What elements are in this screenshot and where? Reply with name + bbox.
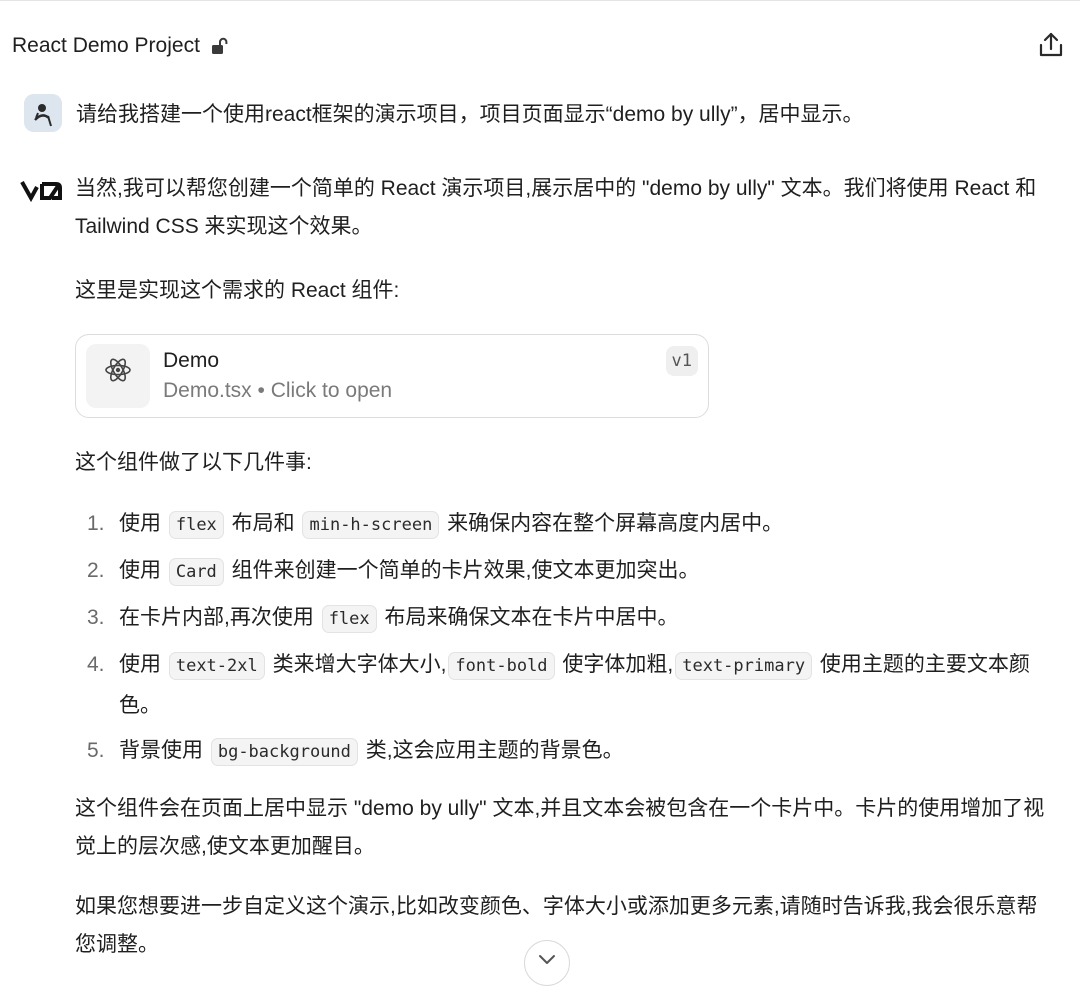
inline-code: flex — [168, 511, 224, 539]
artifact-card[interactable]: Demo Demo.tsx • Click to open v1 — [75, 334, 709, 418]
step-text: 类,这会应用主题的背景色。 — [365, 739, 624, 762]
assistant-here-is: 这里是实现这个需求的 React 组件: — [75, 279, 400, 302]
assistant-logo-icon — [20, 176, 64, 204]
step-text: 类来增大字体大小, — [272, 653, 447, 676]
react-atom-icon — [103, 355, 133, 398]
user-message-text: 请给我搭建一个使用react框架的演示项目，项目页面显示“demo by ull… — [76, 103, 864, 126]
step-text: 使用 — [119, 512, 161, 535]
chevron-down-icon — [537, 953, 557, 971]
inline-code: min-h-screen — [302, 511, 440, 539]
artifact-icon-box — [86, 344, 150, 408]
share-icon — [1038, 31, 1064, 64]
list-item: 4. 使用 text-2xl 类来增大字体大小, font-bold 使字体加粗,… — [75, 645, 1055, 725]
list-number: 2. — [87, 559, 105, 582]
inline-code: bg-background — [210, 738, 358, 766]
list-number: 1. — [87, 512, 105, 535]
inline-code: text-primary — [675, 652, 813, 680]
step-text: 组件来创建一个简单的卡片效果,使文本更加突出。 — [231, 559, 700, 582]
artifact-subtitle: Demo.tsx • Click to open — [163, 379, 393, 402]
list-item: 2. 使用 Card 组件来创建一个简单的卡片效果,使文本更加突出。 — [75, 551, 1055, 592]
assistant-message: 当然,我可以帮您创建一个简单的 React 演示项目,展示居中的 "demo b… — [75, 170, 1055, 964]
assistant-does-intro: 这个组件做了以下几件事: — [75, 451, 312, 474]
step-text: 背景使用 — [119, 739, 203, 762]
assistant-intro: 当然,我可以帮您创建一个简单的 React 演示项目,展示居中的 "demo b… — [75, 177, 1037, 238]
list-number: 4. — [87, 653, 105, 676]
inline-code: font-bold — [448, 652, 555, 680]
artifact-title: Demo — [163, 349, 220, 372]
step-text: 使用 — [119, 653, 161, 676]
chat-header: React Demo Project — [12, 26, 230, 66]
step-text: 布局和 — [231, 512, 295, 535]
list-number: 5. — [87, 739, 105, 762]
scroll-down-button[interactable] — [524, 940, 570, 986]
step-text: 在卡片内部,再次使用 — [119, 606, 314, 629]
list-number: 3. — [87, 606, 105, 629]
inline-code: Card — [168, 558, 224, 586]
lock-open-icon[interactable] — [210, 36, 230, 56]
assistant-summary: 这个组件会在页面上居中显示 "demo by ully" 文本,并且文本会被包含… — [75, 797, 1045, 858]
step-text: 使用 — [119, 559, 161, 582]
inline-code: text-2xl — [168, 652, 265, 680]
user-message: 请给我搭建一个使用react框架的演示项目，项目页面显示“demo by ull… — [24, 94, 864, 132]
step-text: 布局来确保文本在卡片中居中。 — [384, 606, 679, 629]
list-item: 5. 背景使用 bg-background 类,这会应用主题的背景色。 — [75, 731, 1055, 772]
share-button[interactable] — [1034, 30, 1068, 64]
list-item: 3. 在卡片内部,再次使用 flex 布局来确保文本在卡片中居中。 — [75, 598, 1055, 639]
steps-list: 1. 使用 flex 布局和 min-h-screen 来确保内容在整个屏幕高度… — [75, 504, 1055, 772]
version-badge: v1 — [665, 346, 698, 376]
step-text: 使字体加粗, — [562, 653, 674, 676]
step-text: 来确保内容在整个屏幕高度内居中。 — [447, 512, 784, 535]
page-title[interactable]: React Demo Project — [12, 34, 200, 58]
inline-code: flex — [321, 605, 377, 633]
list-item: 1. 使用 flex 布局和 min-h-screen 来确保内容在整个屏幕高度… — [75, 504, 1055, 545]
top-divider — [0, 0, 1080, 1]
avatar — [24, 94, 62, 132]
